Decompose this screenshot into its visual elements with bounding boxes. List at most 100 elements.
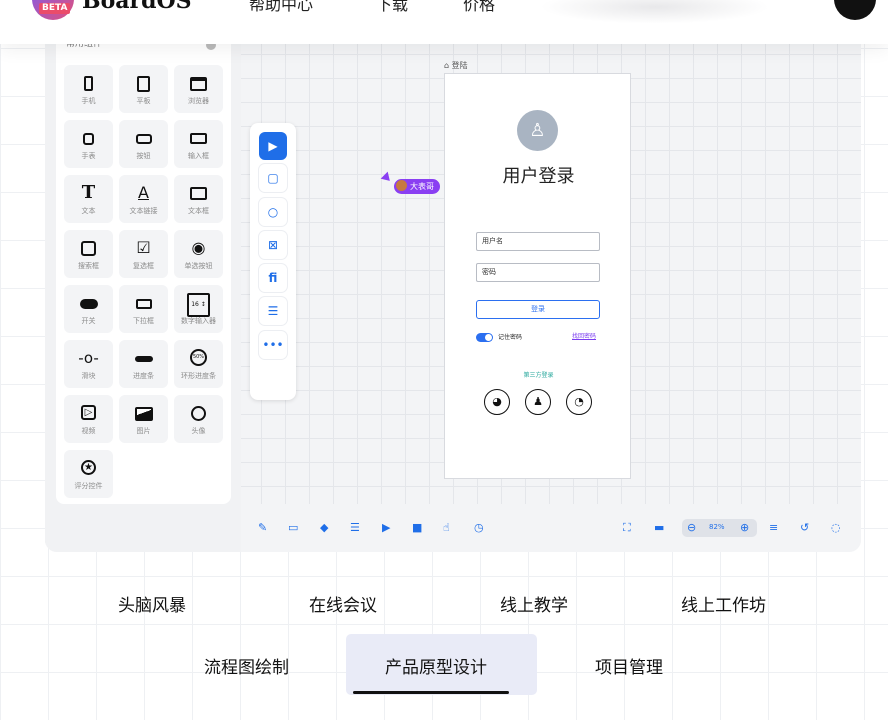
- component-avatar[interactable]: 头像: [174, 395, 223, 443]
- component-radio[interactable]: ◉ 单选按钮: [174, 230, 223, 278]
- phone-icon: [64, 73, 113, 93]
- component-tablet[interactable]: 平板: [119, 65, 168, 113]
- component-progress[interactable]: 进度条: [119, 340, 168, 388]
- dropdown-icon: [119, 293, 168, 313]
- settings-sliders-icon[interactable]: ≡: [769, 522, 778, 534]
- video-call-icon[interactable]: ■: [412, 522, 422, 534]
- collaborator-tag: 大表哥: [394, 179, 440, 194]
- chat-icon[interactable]: ◌: [831, 522, 841, 534]
- component-video[interactable]: ▷ 视频: [64, 395, 113, 443]
- more-tools-icon[interactable]: •••: [259, 331, 287, 359]
- login-title: 用户登录: [502, 166, 575, 187]
- image-icon: [119, 403, 168, 423]
- component-search-box[interactable]: 搜索框: [64, 230, 113, 278]
- comment-tool-icon[interactable]: ☰: [259, 297, 287, 325]
- component-text[interactable]: T 文本: [64, 175, 113, 223]
- ring-progress-icon: 50%: [174, 348, 223, 368]
- tool-palette: ▶ ▢ ○ ⊠ fi ☰ •••: [250, 123, 296, 400]
- component-slider[interactable]: -o- 滑块: [64, 340, 113, 388]
- tab-project-management[interactable]: 项目管理: [595, 653, 663, 678]
- tab-flowchart[interactable]: 流程图绘制: [204, 653, 289, 678]
- layers-icon[interactable]: ◆: [320, 522, 328, 534]
- tab-brainstorm[interactable]: 头脑风暴: [118, 591, 186, 616]
- textbox-icon: [174, 183, 223, 203]
- component-sidebar: 常用组件 手机 平板 浏览器 手表 按钮 输入框 T 文本 A 文本链接 文本框…: [56, 30, 231, 504]
- nav-link-pricing[interactable]: 价格: [463, 0, 495, 15]
- weibo-icon[interactable]: ◔: [566, 389, 592, 415]
- tab-prototype-design[interactable]: 产品原型设计: [385, 653, 487, 678]
- component-dropdown[interactable]: 下拉框: [119, 285, 168, 333]
- text-link-icon: A: [138, 183, 149, 202]
- component-textbox[interactable]: 文本框: [174, 175, 223, 223]
- frame-label[interactable]: ⌂ 登陆: [444, 60, 468, 71]
- text-icon: T: [81, 182, 96, 203]
- number-input-icon: 16 ↕: [174, 293, 223, 317]
- fullscreen-icon[interactable]: ⛶: [623, 522, 631, 534]
- component-toggle[interactable]: 开关: [64, 285, 113, 333]
- like-icon[interactable]: ☝: [443, 522, 450, 534]
- sticky-note-icon[interactable]: ▢: [259, 164, 287, 192]
- tablet-icon: [119, 73, 168, 93]
- image-insert-icon[interactable]: ▭: [288, 522, 298, 534]
- component-image[interactable]: 图片: [119, 395, 168, 443]
- checkbox-icon: ☑: [136, 238, 151, 257]
- tab-online-teaching[interactable]: 线上教学: [500, 591, 568, 616]
- third-party-label: 第三方登录: [523, 372, 554, 379]
- component-input[interactable]: 输入框: [174, 120, 223, 168]
- timer-icon[interactable]: ◷: [474, 522, 484, 534]
- browser-icon: [174, 73, 223, 93]
- history-icon[interactable]: ↺: [800, 522, 809, 534]
- app-preview: 常用组件 手机 平板 浏览器 手表 按钮 输入框 T 文本 A 文本链接 文本框…: [45, 30, 861, 552]
- component-ring-progress[interactable]: 50% 环形进度条: [174, 340, 223, 388]
- logo-icon[interactable]: BETA: [32, 0, 74, 20]
- component-browser[interactable]: 浏览器: [174, 65, 223, 113]
- slider-icon: -o-: [78, 349, 99, 367]
- zoom-out-icon[interactable]: ⊖: [687, 522, 696, 534]
- tab-online-meeting[interactable]: 在线会议: [309, 591, 377, 616]
- notes-icon[interactable]: ☰: [350, 522, 360, 534]
- rating-icon: ★: [64, 458, 113, 478]
- user-avatar-icon: ♙: [517, 110, 558, 151]
- component-number-input[interactable]: 16 ↕ 数字输入器: [174, 285, 223, 333]
- collaborator-avatar: [396, 180, 407, 191]
- brand-name[interactable]: BoardOS: [82, 0, 192, 14]
- forgot-password-link[interactable]: 找回密码: [572, 331, 596, 340]
- toggle-icon: [64, 293, 113, 313]
- component-rating[interactable]: ★ 评分控件: [64, 450, 113, 498]
- wechat-icon[interactable]: ◕: [484, 389, 510, 415]
- qq-icon[interactable]: ♟: [525, 389, 551, 415]
- avatar-icon: [174, 403, 223, 423]
- present-icon[interactable]: ▶: [382, 522, 390, 534]
- nav-link-download[interactable]: 下载: [376, 0, 408, 15]
- component-text-link[interactable]: A 文本链接: [119, 175, 168, 223]
- bottom-toolbar: ✎ ▭ ◆ ☰ ▶ ■ ☝ ◷ ⛶ ▬ ⊖ 82% ⊕ ≡ ↺ ◌: [241, 504, 861, 552]
- remember-label: 记住密码: [498, 334, 523, 341]
- frame-tool-icon[interactable]: ⊠: [259, 231, 287, 259]
- user-avatar[interactable]: [834, 0, 876, 20]
- remember-toggle[interactable]: [476, 333, 493, 342]
- input-icon: [174, 128, 223, 148]
- select-tool-icon[interactable]: ▶: [259, 132, 287, 160]
- shape-circle-icon[interactable]: ○: [259, 198, 287, 226]
- component-checkbox[interactable]: ☑ 复选框: [119, 230, 168, 278]
- text-tool-icon[interactable]: fi: [259, 264, 287, 292]
- login-button[interactable]: 登录: [476, 300, 600, 319]
- nav-link-help[interactable]: 帮助中心: [249, 0, 313, 15]
- tab-online-workshop[interactable]: 线上工作坊: [681, 591, 766, 616]
- component-button[interactable]: 按钮: [119, 120, 168, 168]
- component-phone[interactable]: 手机: [64, 65, 113, 113]
- password-field[interactable]: 密码: [476, 263, 600, 282]
- keyboard-icon[interactable]: ▬: [654, 522, 664, 534]
- clear-format-icon[interactable]: ✎: [258, 522, 267, 534]
- progress-icon: [119, 348, 168, 368]
- search-box-icon: [64, 238, 113, 258]
- component-watch[interactable]: 手表: [64, 120, 113, 168]
- top-navbar: BETA BoardOS 帮助中心 下载 价格: [0, 0, 888, 44]
- video-icon: ▷: [64, 403, 113, 423]
- button-icon: [119, 128, 168, 148]
- zoom-in-icon[interactable]: ⊕: [740, 522, 749, 534]
- login-frame[interactable]: ♙ 用户登录 用户名 密码 登录 记住密码 找回密码 第三方登录 ◕ ♟ ◔: [444, 73, 631, 479]
- nav-highlight: [540, 0, 770, 24]
- username-field[interactable]: 用户名: [476, 232, 600, 251]
- zoom-level: 82%: [709, 523, 725, 531]
